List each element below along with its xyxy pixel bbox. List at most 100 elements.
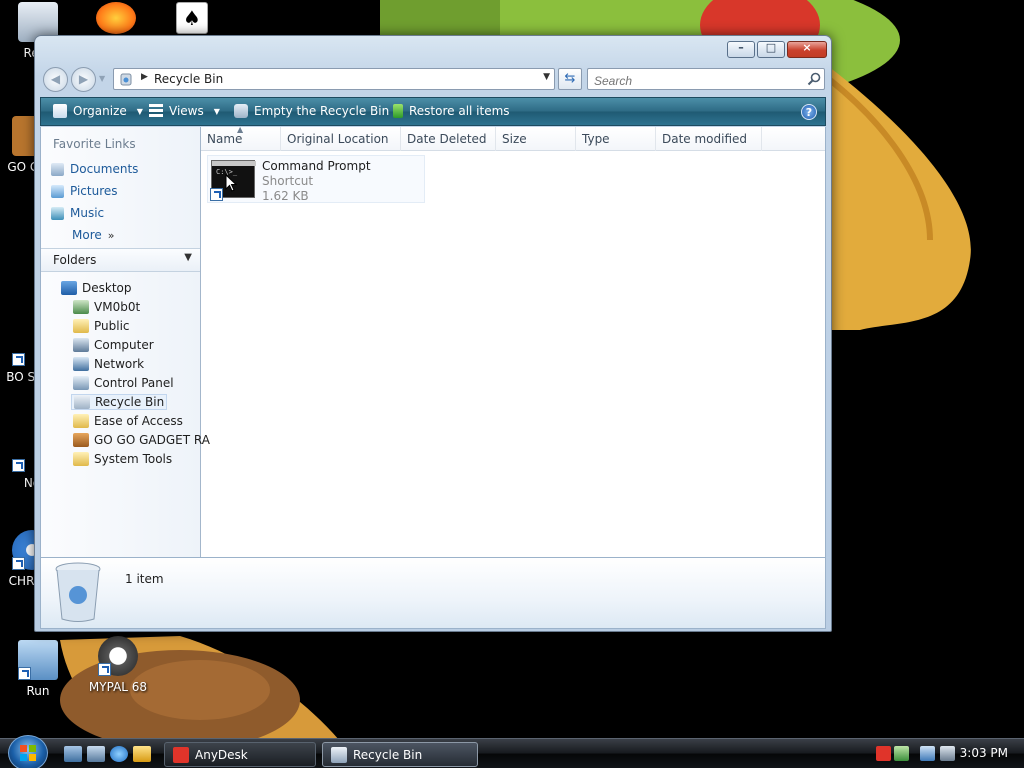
music-icon xyxy=(51,206,64,220)
tree-item-ease-of-access[interactable]: Ease of Access xyxy=(73,414,183,428)
taskbar-button-label: Recycle Bin xyxy=(353,747,423,762)
tree-item-computer[interactable]: Computer xyxy=(73,338,154,352)
more-label: More xyxy=(72,228,102,242)
desktop-icon-run[interactable]: Run xyxy=(6,640,70,698)
history-dropdown-icon[interactable]: ▼ xyxy=(99,74,105,83)
network-tray-icon[interactable] xyxy=(894,746,909,761)
folder-icon xyxy=(73,319,89,333)
tree-item-control-panel[interactable]: Control Panel xyxy=(73,376,174,390)
column-header-date-modified[interactable]: Date modified xyxy=(656,127,762,151)
double-chevron-right-icon: » xyxy=(107,228,115,242)
forward-button[interactable]: ▶ xyxy=(71,67,96,92)
favorite-link-label: Pictures xyxy=(70,184,118,198)
taskbar: AnyDesk Recycle Bin 3:03 PM xyxy=(0,735,1024,768)
column-header-label: Date modified xyxy=(662,132,748,146)
raccoon-icon xyxy=(98,636,138,676)
file-list-pane[interactable]: ▲ Name Original Location Date Deleted Si… xyxy=(201,125,825,557)
taskbar-button-anydesk[interactable]: AnyDesk xyxy=(164,742,316,767)
folders-heading: Folders xyxy=(53,253,97,267)
firefox-icon[interactable] xyxy=(96,2,136,34)
pictures-icon xyxy=(51,184,64,198)
column-header-original-location[interactable]: Original Location xyxy=(281,127,401,151)
maximize-icon: □ xyxy=(765,41,777,54)
volume-muted-icon[interactable] xyxy=(940,746,955,761)
desktop-icon-mypal[interactable]: MYPAL 68 xyxy=(86,636,150,694)
tree-item-label: Recycle Bin xyxy=(95,395,165,409)
recycle-bin-icon xyxy=(120,73,132,86)
tree-item-recycle-bin[interactable]: Recycle Bin xyxy=(71,394,168,410)
item-size: 1.62 KB xyxy=(262,189,309,203)
column-header-name[interactable]: ▲ Name xyxy=(201,125,281,151)
search-input[interactable] xyxy=(587,68,825,90)
column-header-type[interactable]: Type xyxy=(576,127,656,151)
organize-button[interactable]: Organize ▼ xyxy=(53,104,143,118)
address-text: Recycle Bin xyxy=(154,72,224,86)
tree-item-system-tools[interactable]: System Tools xyxy=(73,452,172,466)
views-button[interactable]: Views ▼ xyxy=(149,104,220,118)
address-bar[interactable]: ▶ Recycle Bin ▼ xyxy=(113,68,555,90)
empty-recycle-bin-button[interactable]: Empty the Recycle Bin xyxy=(234,104,389,118)
address-dropdown-icon[interactable]: ▼ xyxy=(543,72,550,82)
tree-item-network[interactable]: Network xyxy=(73,357,144,371)
column-header-date-deleted[interactable]: Date Deleted xyxy=(401,127,496,151)
refresh-button[interactable]: ⇆ xyxy=(558,68,582,90)
column-header-label: Type xyxy=(582,132,610,146)
tree-item-label: Desktop xyxy=(82,281,132,295)
windows-logo-icon xyxy=(20,745,36,761)
views-icon xyxy=(149,104,163,118)
tree-item-label: Control Panel xyxy=(94,376,174,390)
solitaire-icon[interactable]: ♠ xyxy=(176,2,208,34)
tree-item-label: Public xyxy=(94,319,130,333)
list-item[interactable]: C:\>_ Command Prompt Shortcut 1.62 KB xyxy=(207,155,425,203)
show-desktop-icon[interactable] xyxy=(64,746,82,762)
folders-toggle[interactable]: Folders ▼ xyxy=(41,248,200,272)
recycle-bin-icon xyxy=(234,104,248,118)
minimize-button[interactable]: – xyxy=(727,41,755,58)
taskbar-button-recycle-bin[interactable]: Recycle Bin xyxy=(322,742,478,767)
tree-item-public[interactable]: Public xyxy=(73,319,130,333)
tree-item-desktop[interactable]: Desktop xyxy=(61,281,132,295)
item-count: 1 item xyxy=(125,572,164,586)
connection-tray-icon[interactable] xyxy=(920,746,935,761)
briefcase-icon xyxy=(73,433,89,447)
organize-icon xyxy=(53,104,67,118)
help-icon[interactable]: ? xyxy=(801,104,817,120)
navigation-pane: Favorite Links Documents Pictures Music … xyxy=(41,127,210,557)
favorite-link-pictures[interactable]: Pictures xyxy=(51,184,118,198)
favorite-link-music[interactable]: Music xyxy=(51,206,104,220)
internet-explorer-icon[interactable] xyxy=(110,746,128,762)
caption-buttons: – □ × xyxy=(727,41,827,58)
shortcut-arrow-icon xyxy=(210,188,223,201)
favorite-link-label: Documents xyxy=(70,162,139,176)
documents-icon xyxy=(51,162,64,176)
refresh-icon: ⇆ xyxy=(564,71,576,86)
restore-icon xyxy=(393,104,403,118)
favorite-link-documents[interactable]: Documents xyxy=(51,162,138,176)
explorer-window[interactable]: – □ × ◀ ▶ ▼ ▶ Recycle Bin ▼ ⇆ Organize ▼ … xyxy=(34,35,832,632)
start-button[interactable] xyxy=(8,735,48,768)
back-button[interactable]: ◀ xyxy=(43,67,68,92)
tree-item-vm0b0t[interactable]: VM0b0t xyxy=(73,300,140,314)
tree-item-go-go-gadget[interactable]: GO GO GADGET RA xyxy=(73,433,210,447)
details-pane: 1 item xyxy=(40,557,826,629)
shortcut-arrow-icon xyxy=(12,459,25,472)
close-button[interactable]: × xyxy=(787,41,827,58)
anydesk-tray-icon[interactable] xyxy=(876,746,891,761)
restore-all-button[interactable]: Restore all items xyxy=(393,104,510,118)
close-icon: × xyxy=(802,41,812,54)
favorite-links-heading: Favorite Links xyxy=(53,137,136,151)
column-header-size[interactable]: Size xyxy=(496,127,576,151)
switch-windows-icon[interactable] xyxy=(87,746,105,762)
folder-icon xyxy=(73,452,89,466)
media-player-icon[interactable] xyxy=(133,746,151,762)
restore-all-label: Restore all items xyxy=(409,104,510,118)
tree-item-label: GO GO GADGET RA xyxy=(94,433,210,447)
mouse-cursor-icon xyxy=(225,174,237,192)
maximize-button[interactable]: □ xyxy=(757,41,785,58)
more-links[interactable]: More » xyxy=(72,228,114,242)
anydesk-icon xyxy=(173,746,189,763)
search-icon[interactable] xyxy=(807,72,821,86)
clock[interactable]: 3:03 PM xyxy=(960,746,1008,760)
chevron-down-icon: ▼ xyxy=(213,106,220,116)
sort-ascending-icon: ▲ xyxy=(237,125,244,134)
